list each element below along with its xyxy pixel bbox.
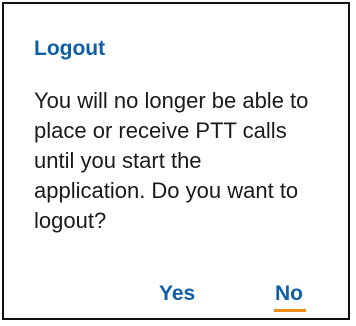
message-line: place or receive PTT calls	[34, 118, 287, 143]
dialog-title: Logout	[34, 37, 106, 60]
message-line: You will no longer be able to	[34, 88, 309, 113]
message-line: until you start the	[34, 148, 202, 173]
no-button[interactable]: No	[275, 282, 303, 306]
yes-button[interactable]: Yes	[159, 282, 195, 306]
message-line: application. Do you want to	[34, 178, 299, 203]
message-line: logout?	[34, 208, 107, 233]
focus-indicator	[274, 309, 306, 312]
logout-dialog: Logout You will no longer be able to pla…	[2, 2, 350, 320]
dialog-message: You will no longer be able to place or r…	[34, 86, 344, 236]
